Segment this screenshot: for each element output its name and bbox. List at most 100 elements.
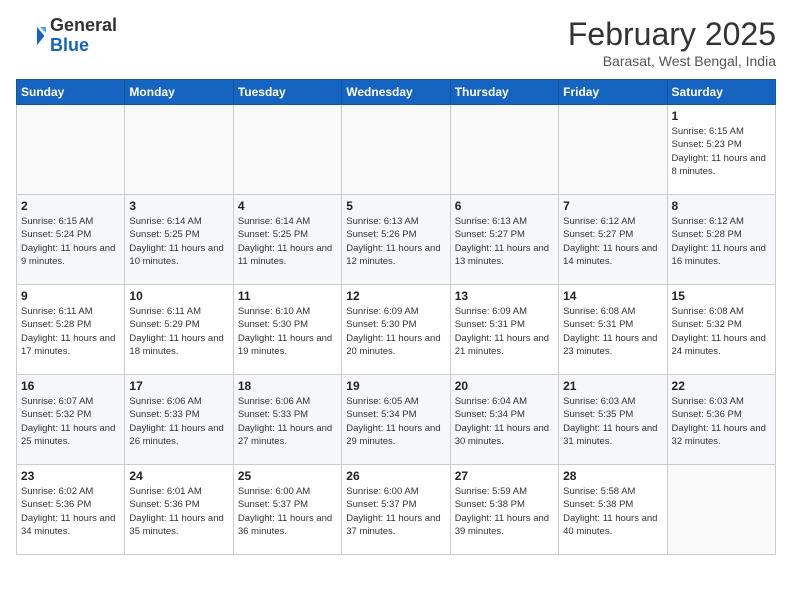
calendar-cell bbox=[450, 105, 558, 195]
week-row-4: 23 Sunrise: 6:02 AM Sunset: 5:36 PM Dayli… bbox=[17, 465, 776, 555]
location-text: Barasat, West Bengal, India bbox=[568, 53, 776, 69]
day-number: 14 bbox=[563, 289, 662, 303]
weekday-header-saturday: Saturday bbox=[667, 80, 775, 105]
day-info: Sunrise: 6:12 AM Sunset: 5:27 PM Dayligh… bbox=[563, 215, 662, 268]
day-number: 17 bbox=[129, 379, 228, 393]
day-info: Sunrise: 5:59 AM Sunset: 5:38 PM Dayligh… bbox=[455, 485, 554, 538]
day-number: 18 bbox=[238, 379, 337, 393]
day-info: Sunrise: 6:03 AM Sunset: 5:35 PM Dayligh… bbox=[563, 395, 662, 448]
day-info: Sunrise: 6:08 AM Sunset: 5:32 PM Dayligh… bbox=[672, 305, 771, 358]
day-number: 9 bbox=[21, 289, 120, 303]
logo: General Blue bbox=[16, 16, 117, 56]
day-number: 10 bbox=[129, 289, 228, 303]
calendar-cell: 6 Sunrise: 6:13 AM Sunset: 5:27 PM Daylig… bbox=[450, 195, 558, 285]
day-number: 12 bbox=[346, 289, 445, 303]
day-info: Sunrise: 6:10 AM Sunset: 5:30 PM Dayligh… bbox=[238, 305, 337, 358]
day-number: 20 bbox=[455, 379, 554, 393]
calendar-cell: 10 Sunrise: 6:11 AM Sunset: 5:29 PM Dayli… bbox=[125, 285, 233, 375]
day-info: Sunrise: 6:15 AM Sunset: 5:23 PM Dayligh… bbox=[672, 125, 771, 178]
calendar-cell: 1 Sunrise: 6:15 AM Sunset: 5:23 PM Daylig… bbox=[667, 105, 775, 195]
day-info: Sunrise: 6:13 AM Sunset: 5:27 PM Dayligh… bbox=[455, 215, 554, 268]
calendar-cell: 4Sunrise: 6:14 AM Sunset: 5:25 PM Daylig… bbox=[233, 195, 341, 285]
day-info: Sunrise: 6:15 AM Sunset: 5:24 PM Dayligh… bbox=[21, 215, 120, 268]
day-info: Sunrise: 6:06 AM Sunset: 5:33 PM Dayligh… bbox=[238, 395, 337, 448]
calendar-table: SundayMondayTuesdayWednesdayThursdayFrid… bbox=[16, 79, 776, 555]
calendar-cell: 22Sunrise: 6:03 AM Sunset: 5:36 PM Dayli… bbox=[667, 375, 775, 465]
day-info: Sunrise: 6:05 AM Sunset: 5:34 PM Dayligh… bbox=[346, 395, 445, 448]
calendar-cell: 16 Sunrise: 6:07 AM Sunset: 5:32 PM Dayli… bbox=[17, 375, 125, 465]
month-title: February 2025 bbox=[568, 16, 776, 53]
calendar-cell: 14 Sunrise: 6:08 AM Sunset: 5:31 PM Dayli… bbox=[559, 285, 667, 375]
day-number: 25 bbox=[238, 469, 337, 483]
calendar-cell: 23 Sunrise: 6:02 AM Sunset: 5:36 PM Dayli… bbox=[17, 465, 125, 555]
day-info: Sunrise: 6:14 AM Sunset: 5:25 PM Dayligh… bbox=[238, 215, 337, 268]
day-number: 27 bbox=[455, 469, 554, 483]
calendar-cell: 15 Sunrise: 6:08 AM Sunset: 5:32 PM Dayli… bbox=[667, 285, 775, 375]
logo-general: General bbox=[50, 16, 117, 36]
day-number: 5 bbox=[346, 199, 445, 213]
day-info: Sunrise: 6:06 AM Sunset: 5:33 PM Dayligh… bbox=[129, 395, 228, 448]
calendar-cell: 27 Sunrise: 5:59 AM Sunset: 5:38 PM Dayli… bbox=[450, 465, 558, 555]
calendar-cell: 8Sunrise: 6:12 AM Sunset: 5:28 PM Daylig… bbox=[667, 195, 775, 285]
logo-blue: Blue bbox=[50, 36, 117, 56]
day-number: 26 bbox=[346, 469, 445, 483]
calendar-cell bbox=[667, 465, 775, 555]
calendar-cell: 7 Sunrise: 6:12 AM Sunset: 5:27 PM Daylig… bbox=[559, 195, 667, 285]
week-row-3: 16 Sunrise: 6:07 AM Sunset: 5:32 PM Dayli… bbox=[17, 375, 776, 465]
day-number: 24 bbox=[129, 469, 228, 483]
week-row-2: 9 Sunrise: 6:11 AM Sunset: 5:28 PM Daylig… bbox=[17, 285, 776, 375]
day-info: Sunrise: 6:13 AM Sunset: 5:26 PM Dayligh… bbox=[346, 215, 445, 268]
day-number: 19 bbox=[346, 379, 445, 393]
weekday-header-monday: Monday bbox=[125, 80, 233, 105]
day-info: Sunrise: 6:03 AM Sunset: 5:36 PM Dayligh… bbox=[672, 395, 771, 448]
weekday-header-wednesday: Wednesday bbox=[342, 80, 450, 105]
calendar-cell: 9 Sunrise: 6:11 AM Sunset: 5:28 PM Daylig… bbox=[17, 285, 125, 375]
day-info: Sunrise: 6:12 AM Sunset: 5:28 PM Dayligh… bbox=[672, 215, 771, 268]
day-info: Sunrise: 6:14 AM Sunset: 5:25 PM Dayligh… bbox=[129, 215, 228, 268]
calendar-cell: 11 Sunrise: 6:10 AM Sunset: 5:30 PM Dayli… bbox=[233, 285, 341, 375]
calendar-cell: 21 Sunrise: 6:03 AM Sunset: 5:35 PM Dayli… bbox=[559, 375, 667, 465]
calendar-cell: 25 Sunrise: 6:00 AM Sunset: 5:37 PM Dayli… bbox=[233, 465, 341, 555]
calendar-cell: 26 Sunrise: 6:00 AM Sunset: 5:37 PM Dayli… bbox=[342, 465, 450, 555]
day-number: 23 bbox=[21, 469, 120, 483]
day-number: 7 bbox=[563, 199, 662, 213]
weekday-header-tuesday: Tuesday bbox=[233, 80, 341, 105]
day-info: Sunrise: 6:11 AM Sunset: 5:28 PM Dayligh… bbox=[21, 305, 120, 358]
weekday-header-row: SundayMondayTuesdayWednesdayThursdayFrid… bbox=[17, 80, 776, 105]
day-number: 28 bbox=[563, 469, 662, 483]
day-number: 15 bbox=[672, 289, 771, 303]
logo-icon bbox=[16, 21, 46, 51]
calendar-cell bbox=[559, 105, 667, 195]
calendar-cell bbox=[233, 105, 341, 195]
day-info: Sunrise: 6:00 AM Sunset: 5:37 PM Dayligh… bbox=[346, 485, 445, 538]
day-number: 6 bbox=[455, 199, 554, 213]
calendar-cell bbox=[17, 105, 125, 195]
weekday-header-thursday: Thursday bbox=[450, 80, 558, 105]
day-number: 2 bbox=[21, 199, 120, 213]
day-info: Sunrise: 6:00 AM Sunset: 5:37 PM Dayligh… bbox=[238, 485, 337, 538]
calendar-cell: 2 Sunrise: 6:15 AM Sunset: 5:24 PM Daylig… bbox=[17, 195, 125, 285]
calendar-cell: 12 Sunrise: 6:09 AM Sunset: 5:30 PM Dayli… bbox=[342, 285, 450, 375]
day-info: Sunrise: 6:02 AM Sunset: 5:36 PM Dayligh… bbox=[21, 485, 120, 538]
day-info: Sunrise: 6:01 AM Sunset: 5:36 PM Dayligh… bbox=[129, 485, 228, 538]
day-info: Sunrise: 6:09 AM Sunset: 5:30 PM Dayligh… bbox=[346, 305, 445, 358]
day-number: 3 bbox=[129, 199, 228, 213]
week-row-1: 2 Sunrise: 6:15 AM Sunset: 5:24 PM Daylig… bbox=[17, 195, 776, 285]
calendar-cell bbox=[342, 105, 450, 195]
calendar-cell bbox=[125, 105, 233, 195]
day-info: Sunrise: 6:08 AM Sunset: 5:31 PM Dayligh… bbox=[563, 305, 662, 358]
title-block: February 2025 Barasat, West Bengal, Indi… bbox=[568, 16, 776, 69]
day-number: 21 bbox=[563, 379, 662, 393]
calendar-cell: 17 Sunrise: 6:06 AM Sunset: 5:33 PM Dayli… bbox=[125, 375, 233, 465]
weekday-header-sunday: Sunday bbox=[17, 80, 125, 105]
day-number: 16 bbox=[21, 379, 120, 393]
calendar-cell: 3 Sunrise: 6:14 AM Sunset: 5:25 PM Daylig… bbox=[125, 195, 233, 285]
day-info: Sunrise: 5:58 AM Sunset: 5:38 PM Dayligh… bbox=[563, 485, 662, 538]
day-info: Sunrise: 6:11 AM Sunset: 5:29 PM Dayligh… bbox=[129, 305, 228, 358]
calendar-cell: 18 Sunrise: 6:06 AM Sunset: 5:33 PM Dayli… bbox=[233, 375, 341, 465]
day-info: Sunrise: 6:07 AM Sunset: 5:32 PM Dayligh… bbox=[21, 395, 120, 448]
day-number: 1 bbox=[672, 109, 771, 123]
calendar-cell: 19 Sunrise: 6:05 AM Sunset: 5:34 PM Dayli… bbox=[342, 375, 450, 465]
calendar-cell: 5 Sunrise: 6:13 AM Sunset: 5:26 PM Daylig… bbox=[342, 195, 450, 285]
day-number: 11 bbox=[238, 289, 337, 303]
